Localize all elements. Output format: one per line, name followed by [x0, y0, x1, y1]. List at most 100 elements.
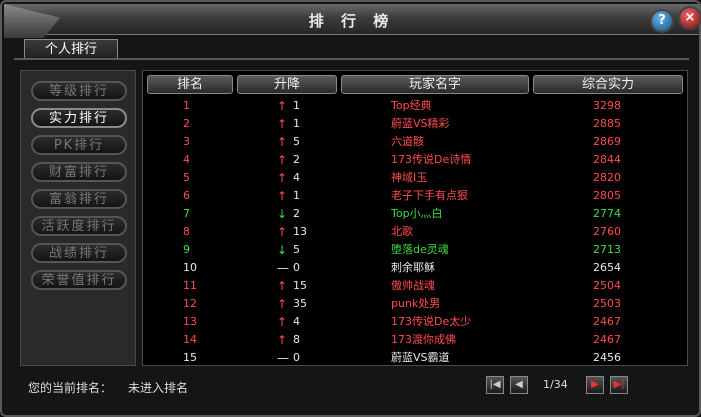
strength-cell: 2654 [593, 261, 621, 274]
table-row[interactable]: 11 ↑ 15 傲帅战魂 2504 [143, 277, 689, 295]
prev-page-button[interactable]: ◀ [510, 376, 528, 394]
sidebar-item-honor-ranking[interactable]: 荣誉值排行 [31, 270, 127, 290]
table-row[interactable]: 14 ↑ 8 173渡你成佛 2467 [143, 331, 689, 349]
sidebar-item-activity-ranking[interactable]: 活跃度排行 [31, 216, 127, 236]
table-row[interactable]: 1 ↑ 1 Top经典 3298 [143, 97, 689, 115]
player-name-cell: 堕落de灵魂 [391, 243, 449, 256]
sidebar-item-strength-ranking[interactable]: 实力排行 [31, 108, 127, 128]
player-name-cell: 173传说De诗情 [391, 153, 472, 166]
table-row[interactable]: 9 ↓ 5 堕落de灵魂 2713 [143, 241, 689, 259]
window-title: 排 行 榜 [308, 12, 395, 30]
player-name-cell: 蔚蓝VS霸道 [391, 351, 450, 364]
change-cell: 5 [293, 243, 300, 256]
player-name-cell: 173渡你成佛 [391, 333, 456, 346]
next-page-button[interactable]: ▶ [586, 376, 604, 394]
help-button[interactable]: ? [652, 11, 672, 31]
player-name-cell: 刺余耶稣 [391, 261, 435, 274]
strength-cell: 2503 [593, 297, 621, 310]
trend-arrow-icon: ↓ [277, 207, 288, 221]
ranking-window: 排 行 榜 ? × 个人排行 等级排行 实力排行 PK排行 财富排行 富翁排行 … [0, 0, 701, 417]
table-row[interactable]: 15—0 蔚蓝VS霸道 2456 [143, 349, 689, 367]
strength-cell: 2805 [593, 189, 621, 202]
trend-arrow-icon: ↓ [277, 243, 288, 257]
ranking-table: 排名 升降 玩家名字 综合实力 1 ↑ 1 Top经典 3298 2 ↑ 1 蔚蓝VS精彩 288… [142, 70, 688, 366]
trend-arrow-icon: ↑ [277, 297, 288, 311]
current-rank-label: 您的当前排名： [28, 381, 113, 395]
header-rank: 排名 [147, 75, 233, 94]
sidebar-item-battle-ranking[interactable]: 战绩排行 [31, 243, 127, 263]
trend-arrow-icon: ↑ [277, 171, 288, 185]
change-cell: 4 [293, 315, 300, 328]
trend-arrow-icon: ↑ [277, 135, 288, 149]
player-name-cell: 北歌 [391, 225, 413, 238]
current-rank-value: 未进入排名 [128, 381, 189, 395]
trend-arrow-icon: ↑ [277, 117, 288, 131]
last-page-button[interactable]: ▶| [610, 376, 628, 394]
table-row[interactable]: 5 ↑ 4 神域I玉 2820 [143, 169, 689, 187]
table-row[interactable]: 7 ↓ 2 Top小灬白 2774 [143, 205, 689, 223]
first-page-button[interactable]: |◀ [486, 376, 504, 394]
strength-cell: 2467 [593, 333, 621, 346]
tab-divider [14, 58, 689, 60]
change-cell: 5 [293, 135, 300, 148]
table-row[interactable]: 6 ↑ 1 老子下手有点狠 2805 [143, 187, 689, 205]
change-cell: 2 [293, 207, 300, 220]
page-indicator: 1/34 [543, 378, 568, 391]
last-page-icon: ▶| [613, 379, 625, 390]
change-cell: 1 [293, 189, 300, 202]
trend-arrow-icon: ↑ [277, 189, 288, 203]
strength-cell: 2713 [593, 243, 621, 256]
trend-arrow-icon: ↑ [277, 99, 288, 113]
player-name-cell: 六道骸 [391, 135, 424, 148]
strength-cell: 2885 [593, 117, 621, 130]
strength-cell: 3298 [593, 99, 621, 112]
close-button[interactable]: × [680, 8, 700, 28]
change-cell: 13 [293, 225, 307, 238]
trend-arrow-icon: ↑ [277, 315, 288, 329]
player-name-cell: 173传说De太少 [391, 315, 472, 328]
strength-cell: 2504 [593, 279, 621, 292]
prev-page-icon: ◀ [515, 379, 523, 390]
change-cell: 4 [293, 171, 300, 184]
player-name-cell: 老子下手有点狠 [391, 189, 468, 202]
title-bar[interactable]: 排 行 榜 ? × [4, 4, 700, 38]
table-row[interactable]: 2 ↑ 1 蔚蓝VS精彩 2885 [143, 115, 689, 133]
player-name-cell: Top小灬白 [391, 207, 443, 220]
sidebar-item-rich-ranking[interactable]: 富翁排行 [31, 189, 127, 209]
sidebar: 等级排行 实力排行 PK排行 财富排行 富翁排行 活跃度排行 战绩排行 荣誉值排… [20, 70, 136, 366]
change-cell: 15 [293, 279, 307, 292]
change-cell: 0 [293, 351, 300, 364]
trend-arrow-icon: ↑ [277, 153, 288, 167]
trend-arrow-icon: — [277, 261, 289, 275]
strength-cell: 2869 [593, 135, 621, 148]
header-strength: 综合实力 [533, 75, 683, 94]
strength-cell: 2467 [593, 315, 621, 328]
player-name-cell: 蔚蓝VS精彩 [391, 117, 450, 130]
tab-personal-ranking[interactable]: 个人排行 [24, 39, 118, 60]
sidebar-item-level-ranking[interactable]: 等级排行 [31, 81, 127, 101]
table-row[interactable]: 13 ↑ 4 173传说De太少 2467 [143, 313, 689, 331]
player-name-cell: 傲帅战魂 [391, 279, 435, 292]
strength-cell: 2774 [593, 207, 621, 220]
player-name-cell: punk处男 [391, 297, 441, 310]
header-change: 升降 [237, 75, 337, 94]
change-cell: 8 [293, 333, 300, 346]
trend-arrow-icon: ↑ [277, 333, 288, 347]
change-cell: 1 [293, 117, 300, 130]
table-row[interactable]: 4 ↑ 2 173传说De诗情 2844 [143, 151, 689, 169]
table-row[interactable]: 3 ↑ 5 六道骸 2869 [143, 133, 689, 151]
table-row[interactable]: 8 ↑ 13 北歌 2760 [143, 223, 689, 241]
player-name-cell: Top经典 [391, 99, 432, 112]
sidebar-item-pk-ranking[interactable]: PK排行 [31, 135, 127, 155]
strength-cell: 2820 [593, 171, 621, 184]
change-cell: 2 [293, 153, 300, 166]
sidebar-item-wealth-ranking[interactable]: 财富排行 [31, 162, 127, 182]
header-player-name: 玩家名字 [341, 75, 529, 94]
trend-arrow-icon: ↑ [277, 225, 288, 239]
table-row[interactable]: 10—0 刺余耶稣 2654 [143, 259, 689, 277]
table-row[interactable]: 12 ↑ 35 punk处男 2503 [143, 295, 689, 313]
strength-cell: 2456 [593, 351, 621, 364]
change-cell: 0 [293, 261, 300, 274]
first-page-icon: |◀ [489, 379, 501, 390]
trend-arrow-icon: ↑ [277, 279, 288, 293]
